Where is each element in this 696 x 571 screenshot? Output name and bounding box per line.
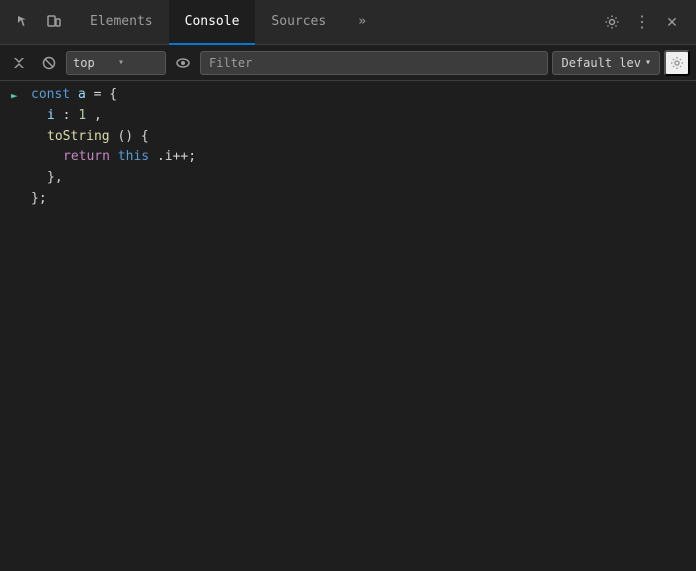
tab-sources[interactable]: Sources	[255, 0, 342, 45]
code-line-6: };	[31, 189, 47, 210]
code-line-3: toString () {	[31, 127, 149, 148]
code-line-5: },	[31, 168, 63, 189]
chevron-down-icon: ▾	[118, 57, 159, 68]
close-devtools-button[interactable]: ✕	[658, 8, 686, 36]
device-toggle-button[interactable]	[40, 8, 68, 36]
console-code-line-6: ► };	[0, 189, 696, 210]
tab-bar: Elements Console Sources » ⋮ ✕	[0, 0, 696, 45]
tab-elements[interactable]: Elements	[74, 0, 169, 45]
console-code-line-3: ► toString () {	[0, 127, 696, 148]
tab-bar-right-icons: ⋮ ✕	[592, 8, 692, 36]
level-chevron-icon: ▾	[645, 57, 651, 68]
code-line-1: const a = {	[31, 85, 117, 106]
context-selector[interactable]: top ▾	[66, 51, 166, 75]
code-line-2: i : 1 ,	[31, 106, 102, 127]
code-line-4: return this .i++;	[31, 147, 196, 168]
clear-console-button[interactable]	[6, 50, 32, 76]
console-output: ► const a = { ► i : 1 , ► toString () { …	[0, 81, 696, 571]
prompt-icon: ►	[11, 85, 25, 105]
filter-label: Filter	[209, 56, 252, 70]
console-input-line: ► const a = {	[0, 85, 696, 106]
console-code-line-2: ► i : 1 ,	[0, 106, 696, 127]
log-level-selector[interactable]: Default lev ▾	[552, 51, 660, 75]
live-expressions-button[interactable]	[170, 50, 196, 76]
console-toolbar: top ▾ Filter Default lev ▾	[0, 45, 696, 81]
console-code-line-5: ► },	[0, 168, 696, 189]
close-icon: ✕	[666, 14, 678, 31]
tab-console[interactable]: Console	[169, 0, 256, 45]
level-label: Default lev	[561, 56, 640, 70]
inspect-button[interactable]	[10, 8, 38, 36]
tab-bar-left-icons	[4, 8, 74, 36]
settings-button[interactable]	[598, 8, 626, 36]
context-value: top	[73, 56, 114, 70]
filter-input-wrapper[interactable]: Filter	[200, 51, 548, 75]
tab-more[interactable]: »	[342, 0, 382, 45]
more-options-button[interactable]: ⋮	[628, 8, 656, 36]
block-button[interactable]	[36, 50, 62, 76]
console-code-line-4: ► return this .i++;	[0, 147, 696, 168]
console-settings-button[interactable]	[664, 50, 690, 76]
more-vert-icon: ⋮	[634, 12, 650, 32]
